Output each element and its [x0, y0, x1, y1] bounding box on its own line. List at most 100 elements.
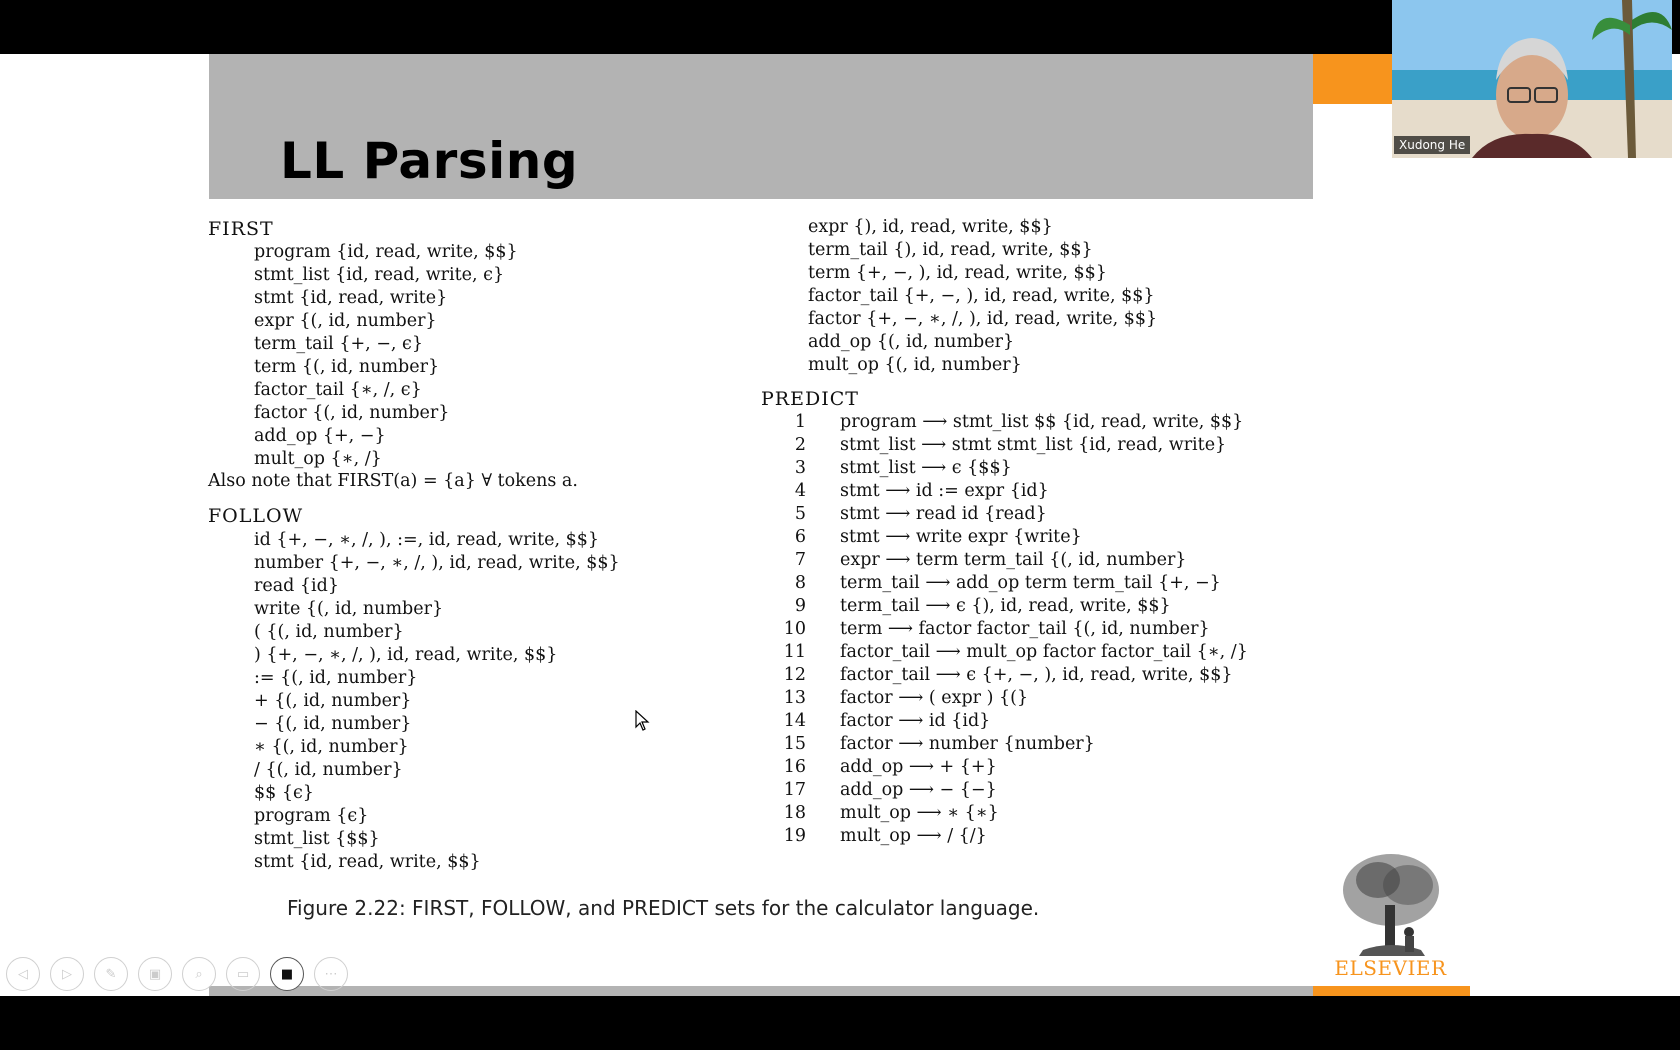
rule-text: mult_op ⟶ / {/}	[840, 826, 987, 846]
rule-number: 6	[794, 527, 806, 547]
first-line: add_op {+, −}	[254, 426, 386, 446]
camera-icon[interactable]: ■	[270, 957, 304, 991]
predict-row: 6 stmt ⟶ write expr {write}	[770, 526, 1248, 549]
predict-row: 16 add_op ⟶ + {+}	[770, 756, 1248, 779]
follow-line: term {+, −, ), id, read, write, $$}	[808, 263, 1107, 283]
figure-caption: Figure 2.22: FIRST, FOLLOW, and PREDICT …	[287, 896, 1040, 920]
first-heading: FIRST	[208, 218, 274, 240]
elsevier-wordmark: ELSEVIER	[1334, 956, 1447, 980]
predict-table: 1 program ⟶ stmt_list $$ {id, read, write…	[770, 411, 1248, 848]
rule-number: 3	[794, 458, 806, 478]
first-note: Also note that FIRST(a) = {a} ∀ tokens a…	[208, 471, 578, 491]
follow-line: + {(, id, number}	[254, 691, 412, 711]
follow-line: $$ {ϵ}	[254, 783, 314, 803]
next-icon[interactable]: ▷	[50, 957, 84, 991]
follow-line: factor_tail {+, −, ), id, read, write, $…	[808, 286, 1155, 306]
follow-continued-list: expr {), id, read, write, $$} term_tail …	[808, 216, 1157, 377]
follow-line: id {+, −, ∗, /, ), :=, id, read, write, …	[254, 530, 600, 550]
rule-number: 15	[783, 734, 806, 754]
predict-row: 7 expr ⟶ term term_tail {(, id, number}	[770, 549, 1248, 572]
first-line: stmt {id, read, write}	[254, 288, 448, 308]
follow-line: add_op {(, id, number}	[808, 332, 1015, 352]
rule-text: expr ⟶ term term_tail {(, id, number}	[840, 550, 1187, 570]
predict-row: 9 term_tail ⟶ ϵ {), id, read, write, $$}	[770, 595, 1248, 618]
follow-line: stmt {id, read, write, $$}	[254, 852, 481, 872]
first-line: stmt_list {id, read, write, ϵ}	[254, 265, 505, 285]
subtitles-icon[interactable]: ▭	[226, 957, 260, 991]
follow-line: ( {(, id, number}	[254, 622, 404, 642]
predict-row: 4 stmt ⟶ id := expr {id}	[770, 480, 1248, 503]
follow-set-list: id {+, −, ∗, /, ), :=, id, read, write, …	[254, 529, 620, 874]
presentation-toolbar: ◁ ▷ ✎ ▣ ⌕ ▭ ■ ⋯	[6, 957, 348, 991]
predict-row: 10 term ⟶ factor factor_tail {(, id, numb…	[770, 618, 1248, 641]
rule-number: 8	[794, 573, 806, 593]
follow-line: expr {), id, read, write, $$}	[808, 217, 1053, 237]
predict-row: 13 factor ⟶ ( expr ) {(}	[770, 687, 1248, 710]
camera-glyph: ■	[280, 966, 294, 982]
follow-line: number {+, −, ∗, /, ), id, read, write, …	[254, 553, 620, 573]
rule-number: 14	[783, 711, 806, 731]
predict-row: 15 factor ⟶ number {number}	[770, 733, 1248, 756]
first-line: program {id, read, write, $$}	[254, 242, 518, 262]
slide: LL Parsing FIRST program {id, read, writ…	[0, 54, 1680, 996]
slide-bottom-orange-bar	[1313, 986, 1470, 996]
first-line: expr {(, id, number}	[254, 311, 437, 331]
follow-line: / {(, id, number}	[254, 760, 403, 780]
predict-row: 1 program ⟶ stmt_list $$ {id, read, write…	[770, 411, 1248, 434]
rule-text: factor ⟶ number {number}	[840, 734, 1095, 754]
rule-number: 16	[783, 757, 806, 777]
rule-number: 12	[783, 665, 806, 685]
first-line: factor_tail {∗, /, ϵ}	[254, 380, 422, 400]
follow-line: factor {+, −, ∗, /, ), id, read, write, …	[808, 309, 1158, 329]
slides-glyph: ▣	[148, 966, 162, 982]
rule-number: 9	[794, 596, 806, 616]
rule-text: stmt_list ⟶ ϵ {$$}	[840, 458, 1012, 478]
first-set-list: program {id, read, write, $$} stmt_list …	[254, 241, 518, 471]
predict-row: 5 stmt ⟶ read id {read}	[770, 503, 1248, 526]
follow-line: := {(, id, number}	[254, 668, 418, 688]
predict-heading: PREDICT	[761, 388, 859, 410]
rule-text: stmt ⟶ id := expr {id}	[840, 481, 1049, 501]
predict-row: 14 factor ⟶ id {id}	[770, 710, 1248, 733]
more-glyph: ⋯	[324, 966, 338, 982]
pen-icon[interactable]: ✎	[94, 957, 128, 991]
zoom-icon[interactable]: ⌕	[182, 957, 216, 991]
follow-line: mult_op {(, id, number}	[808, 355, 1022, 375]
rule-text: add_op ⟶ + {+}	[840, 757, 997, 777]
rule-text: stmt_list ⟶ stmt stmt_list {id, read, wr…	[840, 435, 1227, 455]
participant-name-label: Xudong He	[1394, 136, 1471, 154]
rule-number: 1	[794, 412, 806, 432]
rule-number: 7	[794, 550, 806, 570]
rule-text: factor_tail ⟶ mult_op factor factor_tail…	[840, 642, 1248, 662]
rule-text: factor_tail ⟶ ϵ {+, −, ), id, read, writ…	[840, 665, 1233, 685]
rule-number: 19	[783, 826, 806, 846]
rule-number: 10	[783, 619, 806, 639]
zoom-glyph: ⌕	[195, 966, 203, 982]
follow-line: term_tail {), id, read, write, $$}	[808, 240, 1093, 260]
rule-number: 11	[783, 642, 806, 662]
follow-line: stmt_list {$$}	[254, 829, 380, 849]
rule-text: mult_op ⟶ ∗ {∗}	[840, 803, 999, 823]
orange-accent-block	[1313, 54, 1393, 104]
follow-line: program {ϵ}	[254, 806, 369, 826]
rule-number: 17	[783, 780, 806, 800]
previous-icon[interactable]: ◁	[6, 957, 40, 991]
first-line: mult_op {∗, /}	[254, 449, 382, 469]
participant-video-tile	[1392, 0, 1672, 158]
rule-number: 18	[783, 803, 806, 823]
rule-text: term_tail ⟶ add_op term term_tail {+, −}	[840, 573, 1221, 593]
more-icon[interactable]: ⋯	[314, 957, 348, 991]
slides-icon[interactable]: ▣	[138, 957, 172, 991]
rule-text: stmt ⟶ read id {read}	[840, 504, 1047, 524]
rule-text: term ⟶ factor factor_tail {(, id, number…	[840, 619, 1210, 639]
follow-heading: FOLLOW	[208, 505, 304, 527]
predict-row: 19 mult_op ⟶ / {/}	[770, 825, 1248, 848]
rule-text: term_tail ⟶ ϵ {), id, read, write, $$}	[840, 596, 1171, 616]
rule-number: 13	[783, 688, 806, 708]
slide-title: LL Parsing	[280, 132, 579, 190]
first-line: factor {(, id, number}	[254, 403, 450, 423]
predict-row: 8 term_tail ⟶ add_op term term_tail {+, −…	[770, 572, 1248, 595]
rule-text: stmt ⟶ write expr {write}	[840, 527, 1082, 547]
first-line: term {(, id, number}	[254, 357, 440, 377]
rule-text: factor ⟶ id {id}	[840, 711, 991, 731]
